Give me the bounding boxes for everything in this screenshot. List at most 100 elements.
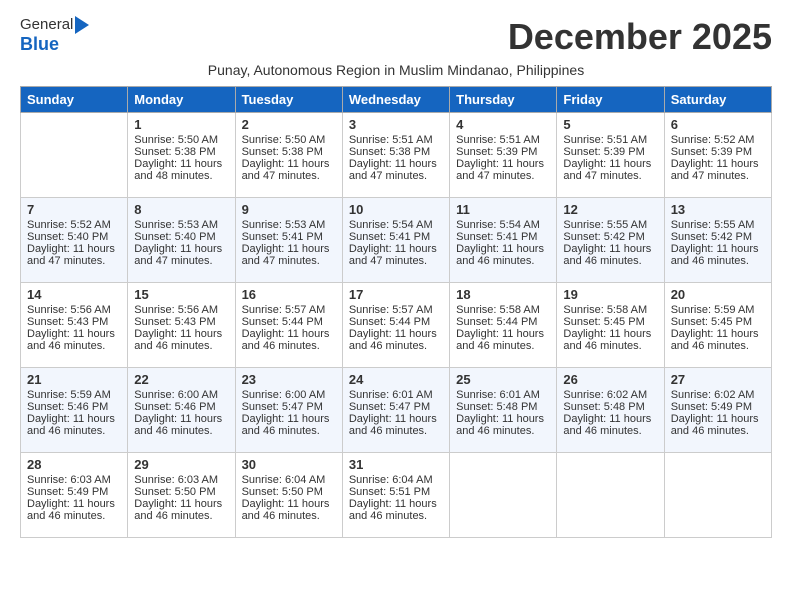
day-info: and 46 minutes. (134, 425, 228, 437)
day-info: Sunset: 5:39 PM (671, 146, 765, 158)
day-info: and 47 minutes. (27, 255, 121, 267)
day-info: Daylight: 11 hours (27, 413, 121, 425)
day-info: and 46 minutes. (456, 255, 550, 267)
calendar-cell (664, 453, 771, 538)
day-info: and 47 minutes. (671, 170, 765, 182)
day-info: and 46 minutes. (134, 340, 228, 352)
calendar-cell: 14Sunrise: 5:56 AMSunset: 5:43 PMDayligh… (21, 283, 128, 368)
day-number: 19 (563, 287, 657, 302)
logo-arrow-icon (75, 16, 89, 34)
day-info: Daylight: 11 hours (242, 328, 336, 340)
logo-blue: Blue (20, 34, 89, 56)
day-number: 23 (242, 372, 336, 387)
day-info: Sunrise: 6:01 AM (349, 389, 443, 401)
day-info: and 47 minutes. (563, 170, 657, 182)
day-info: Daylight: 11 hours (134, 413, 228, 425)
day-info: Sunset: 5:41 PM (456, 231, 550, 243)
day-info: Daylight: 11 hours (671, 413, 765, 425)
day-info: Sunrise: 6:04 AM (242, 474, 336, 486)
day-info: Sunset: 5:39 PM (563, 146, 657, 158)
logo-general: General (20, 16, 73, 34)
day-info: Daylight: 11 hours (456, 413, 550, 425)
calendar-cell: 15Sunrise: 5:56 AMSunset: 5:43 PMDayligh… (128, 283, 235, 368)
day-number: 9 (242, 202, 336, 217)
day-info: Sunset: 5:50 PM (242, 486, 336, 498)
calendar-cell: 12Sunrise: 5:55 AMSunset: 5:42 PMDayligh… (557, 198, 664, 283)
day-info: Daylight: 11 hours (563, 158, 657, 170)
day-info: Daylight: 11 hours (27, 243, 121, 255)
day-info: Sunset: 5:42 PM (563, 231, 657, 243)
day-info: Sunset: 5:43 PM (134, 316, 228, 328)
day-number: 30 (242, 457, 336, 472)
day-info: Daylight: 11 hours (349, 158, 443, 170)
day-info: Sunrise: 5:58 AM (563, 304, 657, 316)
day-info: Sunrise: 6:00 AM (134, 389, 228, 401)
header-tuesday: Tuesday (235, 87, 342, 113)
day-info: Sunrise: 5:50 AM (134, 134, 228, 146)
day-number: 5 (563, 117, 657, 132)
day-info: Sunset: 5:51 PM (349, 486, 443, 498)
day-info: Sunset: 5:41 PM (349, 231, 443, 243)
day-info: Sunrise: 5:59 AM (27, 389, 121, 401)
calendar-cell: 17Sunrise: 5:57 AMSunset: 5:44 PMDayligh… (342, 283, 449, 368)
day-info: and 46 minutes. (456, 340, 550, 352)
calendar-cell: 16Sunrise: 5:57 AMSunset: 5:44 PMDayligh… (235, 283, 342, 368)
day-info: and 47 minutes. (349, 255, 443, 267)
day-info: Sunset: 5:47 PM (242, 401, 336, 413)
day-info: and 46 minutes. (671, 340, 765, 352)
day-info: Sunrise: 6:00 AM (242, 389, 336, 401)
day-number: 25 (456, 372, 550, 387)
day-info: and 46 minutes. (27, 425, 121, 437)
day-info: Daylight: 11 hours (671, 243, 765, 255)
day-info: and 46 minutes. (349, 340, 443, 352)
calendar-cell: 4Sunrise: 5:51 AMSunset: 5:39 PMDaylight… (450, 113, 557, 198)
day-info: Daylight: 11 hours (242, 243, 336, 255)
day-info: Sunset: 5:42 PM (671, 231, 765, 243)
day-number: 24 (349, 372, 443, 387)
calendar-cell: 7Sunrise: 5:52 AMSunset: 5:40 PMDaylight… (21, 198, 128, 283)
day-info: Sunset: 5:38 PM (134, 146, 228, 158)
header-sunday: Sunday (21, 87, 128, 113)
calendar-cell: 21Sunrise: 5:59 AMSunset: 5:46 PMDayligh… (21, 368, 128, 453)
calendar-cell: 11Sunrise: 5:54 AMSunset: 5:41 PMDayligh… (450, 198, 557, 283)
day-info: and 47 minutes. (242, 170, 336, 182)
day-info: Sunset: 5:46 PM (134, 401, 228, 413)
calendar-cell: 8Sunrise: 5:53 AMSunset: 5:40 PMDaylight… (128, 198, 235, 283)
day-number: 7 (27, 202, 121, 217)
day-number: 21 (27, 372, 121, 387)
calendar-cell: 28Sunrise: 6:03 AMSunset: 5:49 PMDayligh… (21, 453, 128, 538)
day-info: Sunrise: 6:03 AM (27, 474, 121, 486)
day-info: Sunrise: 5:56 AM (134, 304, 228, 316)
day-number: 10 (349, 202, 443, 217)
header-wednesday: Wednesday (342, 87, 449, 113)
day-number: 3 (349, 117, 443, 132)
day-info: Sunrise: 6:02 AM (671, 389, 765, 401)
week-row-5: 28Sunrise: 6:03 AMSunset: 5:49 PMDayligh… (21, 453, 772, 538)
header-friday: Friday (557, 87, 664, 113)
day-number: 29 (134, 457, 228, 472)
day-number: 6 (671, 117, 765, 132)
day-info: Sunrise: 5:56 AM (27, 304, 121, 316)
day-info: Daylight: 11 hours (671, 158, 765, 170)
week-row-3: 14Sunrise: 5:56 AMSunset: 5:43 PMDayligh… (21, 283, 772, 368)
day-info: Daylight: 11 hours (456, 158, 550, 170)
day-info: Sunset: 5:48 PM (563, 401, 657, 413)
day-number: 13 (671, 202, 765, 217)
calendar-cell: 26Sunrise: 6:02 AMSunset: 5:48 PMDayligh… (557, 368, 664, 453)
day-info: Sunset: 5:38 PM (349, 146, 443, 158)
week-row-1: 1Sunrise: 5:50 AMSunset: 5:38 PMDaylight… (21, 113, 772, 198)
calendar-cell: 25Sunrise: 6:01 AMSunset: 5:48 PMDayligh… (450, 368, 557, 453)
day-info: Daylight: 11 hours (349, 413, 443, 425)
day-info: Sunrise: 5:50 AM (242, 134, 336, 146)
day-info: Sunrise: 6:04 AM (349, 474, 443, 486)
day-info: and 46 minutes. (349, 510, 443, 522)
calendar-cell: 31Sunrise: 6:04 AMSunset: 5:51 PMDayligh… (342, 453, 449, 538)
day-info: Daylight: 11 hours (27, 498, 121, 510)
calendar-cell: 2Sunrise: 5:50 AMSunset: 5:38 PMDaylight… (235, 113, 342, 198)
day-info: Daylight: 11 hours (242, 498, 336, 510)
day-number: 28 (27, 457, 121, 472)
calendar-cell: 27Sunrise: 6:02 AMSunset: 5:49 PMDayligh… (664, 368, 771, 453)
day-number: 14 (27, 287, 121, 302)
calendar-cell: 6Sunrise: 5:52 AMSunset: 5:39 PMDaylight… (664, 113, 771, 198)
day-info: Sunrise: 5:57 AM (242, 304, 336, 316)
